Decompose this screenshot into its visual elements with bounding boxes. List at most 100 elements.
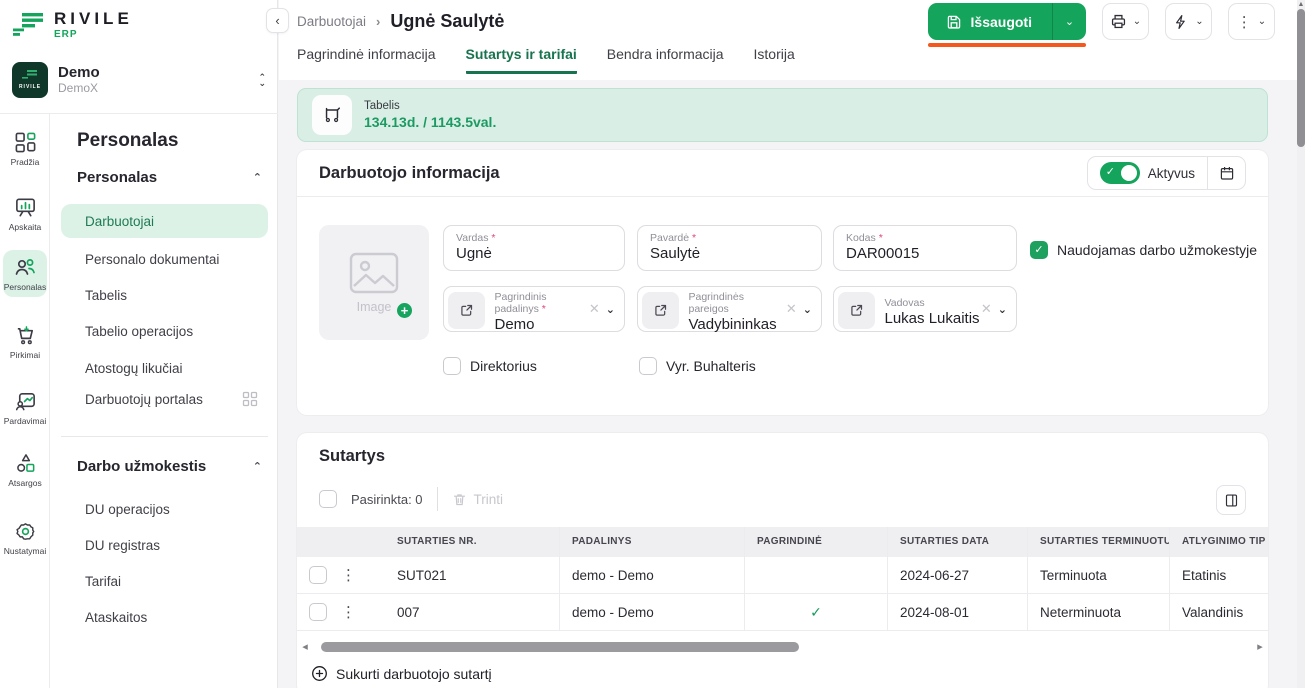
row-checkbox[interactable] <box>309 603 327 621</box>
print-button[interactable]: ⌄ <box>1102 3 1149 40</box>
sidebar-item-du-registras[interactable]: DU registras <box>61 528 268 562</box>
chevron-down-icon[interactable]: ⌄ <box>998 303 1007 316</box>
open-record-button[interactable] <box>448 292 485 329</box>
row-checkbox[interactable] <box>309 566 327 584</box>
active-toggle[interactable]: ✓ <box>1100 162 1140 184</box>
rail-item-nustatymai[interactable]: Nustatymai <box>3 515 47 561</box>
sidebar-item-atostogu-likuciai[interactable]: Atostogų likučiai <box>61 351 268 385</box>
column-settings-button[interactable] <box>1216 485 1246 515</box>
clear-icon[interactable]: ✕ <box>589 301 600 317</box>
scroll-left-icon[interactable]: ◂ <box>299 640 311 653</box>
rail-label: Apskaita <box>9 222 42 232</box>
sidebar-item-tabelio-operacijos[interactable]: Tabelio operacijos <box>61 314 268 348</box>
save-dropdown-button[interactable]: ⌄ <box>1052 3 1086 40</box>
scroll-right-icon[interactable]: ▸ <box>1254 640 1266 653</box>
contracts-table: SUTARTIES NR. PADALINYS PAGRINDINĖ SUTAR… <box>297 527 1268 631</box>
divider <box>437 487 438 511</box>
more-menu-button[interactable]: ⋮ ⌄ <box>1228 3 1275 40</box>
col-atlyginimo-tipas[interactable]: ATLYGINIMO TIP <box>1170 527 1268 557</box>
rail-label: Nustatymai <box>4 546 47 556</box>
row-menu-icon[interactable]: ⋮ <box>341 566 356 584</box>
open-record-button[interactable] <box>838 292 875 329</box>
dashboard-icon <box>14 131 37 154</box>
select-all-checkbox[interactable] <box>319 490 337 508</box>
row-menu-icon[interactable]: ⋮ <box>341 603 356 621</box>
col-sutarties-nr[interactable]: SUTARTIES NR. <box>385 527 560 557</box>
naudojamas-checkbox[interactable]: ✓ Naudojamas darbo užmokestyje <box>1030 241 1257 259</box>
check-icon: ✓ <box>810 604 822 621</box>
rail-item-atsargos[interactable]: Atsargos <box>3 447 47 493</box>
company-logo: RIVILE <box>12 62 48 98</box>
image-label: Image <box>357 300 392 314</box>
shapes-icon <box>14 452 37 475</box>
chevron-down-icon[interactable]: ⌄ <box>803 303 812 316</box>
pareigos-select[interactable]: Pagrindinės pareigos Vadybininkas ✕ ⌄ <box>637 286 822 332</box>
pareigos-value: Vadybininkas <box>689 316 786 333</box>
employee-photo-upload[interactable]: Image + <box>319 225 429 340</box>
col-sutarties-data[interactable]: SUTARTIES DATA <box>888 527 1028 557</box>
sidebar-item-du-operacijos[interactable]: DU operacijos <box>61 492 268 526</box>
create-contract-button[interactable]: Sukurti darbuotojo sutartį <box>311 665 492 682</box>
col-padalinys[interactable]: PADALINYS <box>560 527 745 557</box>
cell-data: 2024-08-01 <box>888 594 1028 630</box>
page-vertical-scrollbar[interactable]: ▲ <box>1297 0 1305 688</box>
clear-icon[interactable]: ✕ <box>786 301 797 317</box>
sidebar-item-tarifai[interactable]: Tarifai <box>61 564 268 598</box>
table-header-row: SUTARTIES NR. PADALINYS PAGRINDINĖ SUTAR… <box>297 527 1268 557</box>
save-button[interactable]: Išsaugoti ⌄ <box>928 3 1086 40</box>
delete-button[interactable]: Trinti <box>452 492 504 507</box>
contracts-card: Sutartys Pasirinkta: 0 Trinti SUTARTIES … <box>297 433 1268 688</box>
clear-icon[interactable]: ✕ <box>981 301 992 317</box>
sidebar-collapse-button[interactable]: ‹ <box>266 8 289 33</box>
company-selector[interactable]: RIVILE Demo DemoX ⌃⌄ <box>12 62 266 98</box>
sidebar-item-darbuotojai[interactable]: Darbuotojai <box>61 204 268 238</box>
col-pagrindine[interactable]: PAGRINDINĖ <box>745 527 888 557</box>
section-darbo-uzmokestis[interactable]: Darbo užmokestis ⌃ <box>77 458 262 475</box>
tab-bendra-informacija[interactable]: Bendra informacija <box>607 46 724 74</box>
rail-item-pirkimai[interactable]: Pirkimai <box>3 319 47 365</box>
open-record-button[interactable] <box>642 292 679 329</box>
scroll-up-icon[interactable]: ▲ <box>1297 0 1305 9</box>
scrollbar-thumb[interactable] <box>1297 9 1305 147</box>
printer-icon <box>1110 13 1127 30</box>
direktorius-checkbox[interactable]: Direktorius <box>443 357 537 375</box>
rail-item-personalas[interactable]: Personalas <box>3 250 47 297</box>
kodas-field[interactable]: Kodas * DAR00015 <box>833 225 1017 271</box>
rail-item-pardavimai[interactable]: Pardavimai <box>3 385 47 431</box>
chevron-down-icon[interactable]: ⌄ <box>606 303 615 316</box>
sidebar-item-personalo-dokumentai[interactable]: Personalo dokumentai <box>61 242 268 276</box>
table-row[interactable]: ⋮ 007 demo - Demo ✓ 2024-08-01 Neterminu… <box>297 594 1268 631</box>
company-switch-icon[interactable]: ⌃⌄ <box>258 74 266 86</box>
actions-button[interactable]: ⌄ <box>1165 3 1212 40</box>
sidebar-item-ataskaitos[interactable]: Ataskaitos <box>61 600 268 634</box>
tab-pagrindine-informacija[interactable]: Pagrindinė informacija <box>297 46 436 74</box>
pavarde-field[interactable]: Pavardė * Saulytė <box>637 225 822 271</box>
table-row[interactable]: ⋮ SUT021 demo - Demo 2024-06-27 Terminuo… <box>297 557 1268 594</box>
scrollbar-thumb[interactable] <box>321 642 799 652</box>
tab-sutartys-ir-tarifai[interactable]: Sutartys ir tarifai <box>466 46 577 74</box>
tabelis-banner[interactable]: Tabelis 134.13d. / 1143.5val. <box>297 88 1268 142</box>
history-calendar-button[interactable] <box>1207 157 1245 189</box>
rail-item-apskaita[interactable]: Apskaita <box>3 191 47 237</box>
brand: RIVILE ERP <box>12 10 133 40</box>
padalinys-select[interactable]: Pagrindinis padalinys * Demo ✕ ⌄ <box>443 286 625 332</box>
vadovas-select[interactable]: Vadovas Lukas Lukaitis ✕ ⌄ <box>833 286 1017 332</box>
tab-istorija[interactable]: Istorija <box>754 46 795 74</box>
vyr-buhalteris-checkbox[interactable]: Vyr. Buhalteris <box>639 357 756 375</box>
rail-label: Atsargos <box>8 478 42 488</box>
chevron-down-icon: ⌄ <box>1195 16 1203 27</box>
required-asterisk: * <box>879 232 883 244</box>
chevron-down-icon: ⌄ <box>1258 16 1266 27</box>
sidebar-item-tabelis[interactable]: Tabelis <box>61 278 268 312</box>
table-horizontal-scrollbar[interactable]: ◂ ▸ <box>299 640 1266 653</box>
section-personalas[interactable]: Personalas ⌃ <box>77 169 262 186</box>
sidebar-item-darbuotoju-portalas[interactable]: Darbuotojų portalas <box>61 382 268 416</box>
rail-item-pradzia[interactable]: Pradžia <box>3 126 47 172</box>
banner-title: Tabelis <box>364 100 496 112</box>
company-logo-text: RIVILE <box>19 84 41 90</box>
add-photo-icon[interactable]: + <box>395 301 414 320</box>
brand-name: RIVILE <box>54 10 133 27</box>
breadcrumb-parent[interactable]: Darbuotojai <box>297 14 366 29</box>
vardas-field[interactable]: Vardas * Ugnė <box>443 225 625 271</box>
col-terminuotumas[interactable]: SUTARTIES TERMINUOTUMAS <box>1028 527 1170 557</box>
